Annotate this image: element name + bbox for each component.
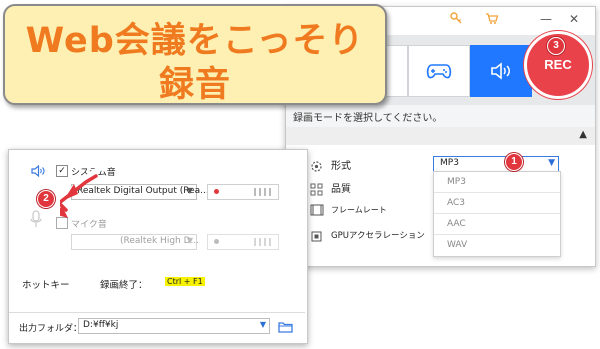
game-tab[interactable]: [408, 45, 470, 97]
setting-label: 形式: [331, 161, 351, 172]
format-icon: [310, 160, 324, 172]
chevron-down-icon: ▼: [548, 158, 555, 168]
setting-framerate: フレームレート: [310, 204, 430, 220]
title-callout: Web会議をこっそり 録音: [3, 4, 387, 105]
minimize-button[interactable]: —: [538, 11, 554, 27]
mode-hint-text: 録画モードを選択してください。: [293, 113, 443, 124]
format-option[interactable]: AAC: [434, 214, 560, 235]
setting-label: 品質: [331, 184, 351, 195]
cart-icon[interactable]: [485, 12, 499, 26]
level-bars-icon: [254, 238, 274, 246]
quality-icon: [310, 183, 324, 196]
chevron-down-icon: ▼: [259, 320, 266, 329]
format-option[interactable]: MP3: [434, 172, 560, 193]
chevron-down-icon: ▼: [186, 186, 193, 195]
step-badge-3: 3: [547, 37, 565, 55]
output-folder-path: D:¥ff¥kj: [83, 320, 119, 330]
close-button[interactable]: ✕: [566, 11, 582, 27]
format-option[interactable]: WAV: [434, 235, 560, 255]
setting-label: フレームレート: [331, 205, 387, 215]
step-badge-2: 2: [37, 190, 55, 208]
gamepad-icon: [426, 64, 452, 79]
mode-hint-bar: 録画モードを選択してください。: [286, 105, 595, 128]
folder-icon[interactable]: [278, 318, 293, 333]
pointer-arrows: [60, 160, 113, 218]
collapse-row: ▲: [286, 127, 595, 145]
rec-end-label: 録画終了：: [100, 280, 148, 291]
step-badge-1: 1: [505, 153, 523, 171]
microphone-icon: [30, 210, 42, 232]
gpu-icon: [310, 230, 324, 242]
setting-gpu: GPUアクセラレーション: [310, 229, 450, 245]
system-sound-icon: [30, 163, 46, 182]
setting-format: 形式: [310, 157, 430, 173]
record-dot-icon: [214, 189, 219, 194]
setting-quality: 品質: [310, 180, 430, 196]
setting-label: GPUアクセラレーション: [331, 231, 425, 241]
format-selected-value: MP3: [440, 158, 459, 168]
divider: [9, 312, 305, 313]
key-icon[interactable]: [449, 12, 463, 26]
format-option[interactable]: AC3: [434, 193, 560, 214]
level-bars-icon: [254, 188, 274, 196]
mic-device-select[interactable]: (Realtek High D... ▼: [71, 234, 199, 250]
hotkey-label: ホットキー: [22, 280, 70, 291]
title-line-2: 録音: [158, 65, 231, 105]
mic-volume-meter[interactable]: [207, 234, 279, 250]
format-dropdown: MP3 AC3 AAC WAV: [433, 171, 561, 257]
output-folder-field[interactable]: D:¥ff¥kj ▼: [78, 318, 270, 334]
speaker-icon: [491, 62, 510, 80]
system-volume-meter[interactable]: [207, 184, 279, 200]
format-select[interactable]: MP3 ▼: [433, 156, 559, 172]
chevron-down-icon: ▼: [186, 236, 193, 245]
framerate-icon: [310, 204, 324, 216]
record-dot-icon: [214, 239, 219, 244]
chevron-up-icon[interactable]: ▲: [579, 129, 587, 140]
audio-tab[interactable]: [470, 45, 532, 97]
output-folder-label: 出力フォルダ：: [19, 324, 83, 334]
hotkey-value[interactable]: Ctrl + F1: [165, 277, 205, 286]
